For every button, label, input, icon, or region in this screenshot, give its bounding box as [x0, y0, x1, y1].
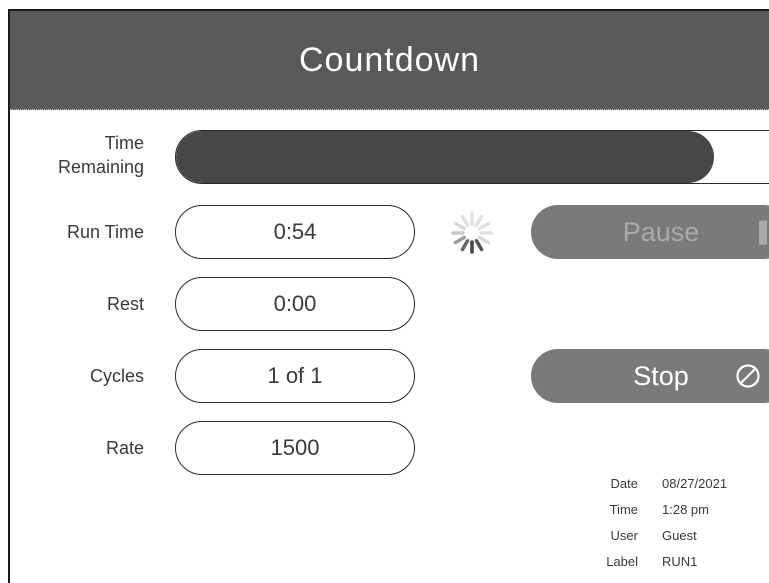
time-label: Time — [609, 502, 638, 517]
rate-field: 1500 — [175, 421, 415, 475]
pause-icon: ❚❚ — [753, 205, 769, 259]
rest-label: Rest — [106, 294, 144, 314]
time-remaining-label-line1: Time — [104, 133, 144, 153]
time-remaining-label: Time Remaining — [30, 131, 144, 179]
date-label: Date — [610, 476, 638, 491]
cycles-field: 1 of 1 — [175, 349, 415, 403]
run-time-label: Run Time — [66, 222, 144, 242]
page-title: Countdown — [298, 41, 480, 79]
time-remaining-progress-fill — [176, 131, 714, 183]
run-info-keys: Date Time User Label — [570, 471, 638, 575]
stop-button-label: Stop — [633, 361, 689, 391]
user-value: Guest — [662, 528, 697, 543]
run-info-values: 08/27/2021 1:28 pm Guest RUN1 — [662, 471, 762, 575]
stop-button[interactable]: Stop — [531, 349, 769, 403]
time-value: 1:28 pm — [662, 502, 709, 517]
rest-field: 0:00 — [175, 277, 415, 331]
run-time-field: 0:54 — [175, 205, 415, 259]
pause-button-label: Pause — [622, 217, 700, 247]
time-remaining-label-line2: Remaining — [57, 157, 144, 177]
rate-label: Rate — [105, 438, 144, 458]
header-bar: Countdown — [10, 11, 769, 110]
user-label: User — [610, 528, 638, 543]
label-label: Label — [606, 554, 638, 569]
label-value: RUN1 — [662, 554, 698, 569]
cycles-label: Cycles — [89, 366, 144, 386]
loading-spinner-icon — [451, 212, 493, 254]
date-value: 08/27/2021 — [662, 476, 728, 491]
countdown-screen: Countdown Time Remaining Run Time 0:54 P… — [8, 9, 769, 583]
time-remaining-progress-bar — [175, 130, 769, 184]
stop-icon — [736, 364, 760, 388]
pause-button[interactable]: Pause ❚❚ — [531, 205, 769, 259]
